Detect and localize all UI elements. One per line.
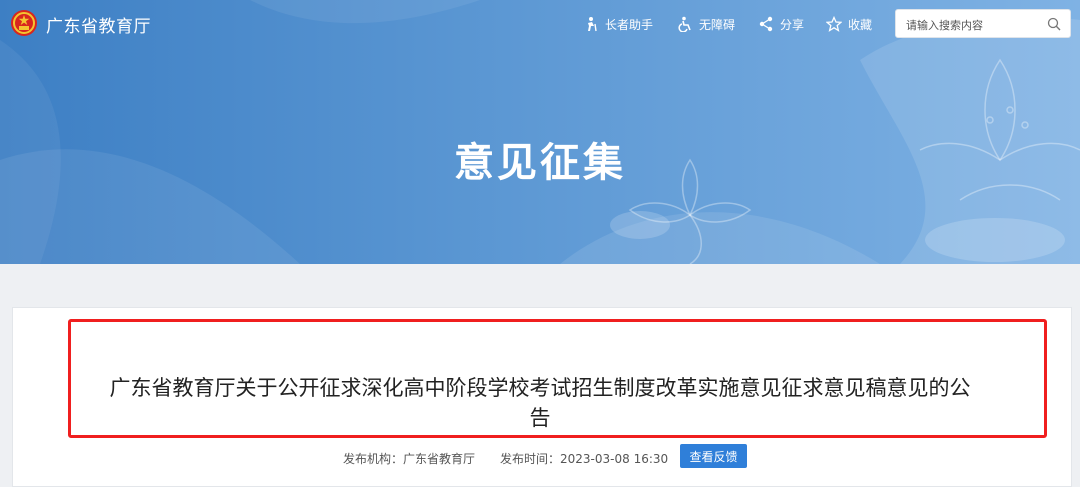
banner-title: 意见征集: [454, 140, 626, 186]
top-bar: 广东省教育厅 长者助手 无障碍 分享 收藏 请输入搜索内容: [0, 0, 1080, 46]
accessibility-label: 无障碍: [699, 17, 736, 32]
national-emblem-icon[interactable]: [10, 9, 38, 37]
share-icon: [759, 16, 773, 32]
publish-time-meta: 发布时间：2023-03-08 16:30: [500, 450, 668, 467]
view-feedback-button[interactable]: 查看反馈: [680, 444, 747, 468]
elder-assistant-label: 长者助手: [605, 17, 654, 32]
search-icon[interactable]: [1047, 17, 1061, 31]
article-title: 广东省教育厅关于公开征求深化高中阶段学校考试招生制度改革实施意见征求意见稿意见的…: [109, 376, 971, 430]
favorite-button[interactable]: 收藏: [826, 14, 872, 34]
search-box: [895, 9, 1071, 38]
site-header: 广东省教育厅 长者助手 无障碍 分享 收藏 请输入搜索内容 意见征集: [0, 0, 1080, 264]
elder-assistant-button[interactable]: 长者助手: [583, 14, 653, 34]
publisher-value: 广东省教育厅: [403, 452, 476, 466]
star-icon: [826, 16, 842, 32]
wheelchair-icon: [678, 16, 691, 32]
search-input[interactable]: [904, 15, 1048, 35]
favorite-label: 收藏: [848, 17, 873, 32]
share-label: 分享: [780, 17, 805, 32]
site-name[interactable]: 广东省教育厅: [46, 12, 151, 37]
publisher-label: 发布机构：: [343, 452, 404, 466]
publish-time-label: 发布时间：: [500, 452, 561, 466]
publisher-meta: 发布机构：广东省教育厅: [343, 450, 475, 467]
accessibility-button[interactable]: 无障碍: [677, 14, 735, 34]
elder-icon: [588, 17, 597, 32]
share-button[interactable]: 分享: [758, 14, 804, 34]
publish-time-value: 2023-03-08 16:30: [560, 452, 669, 466]
